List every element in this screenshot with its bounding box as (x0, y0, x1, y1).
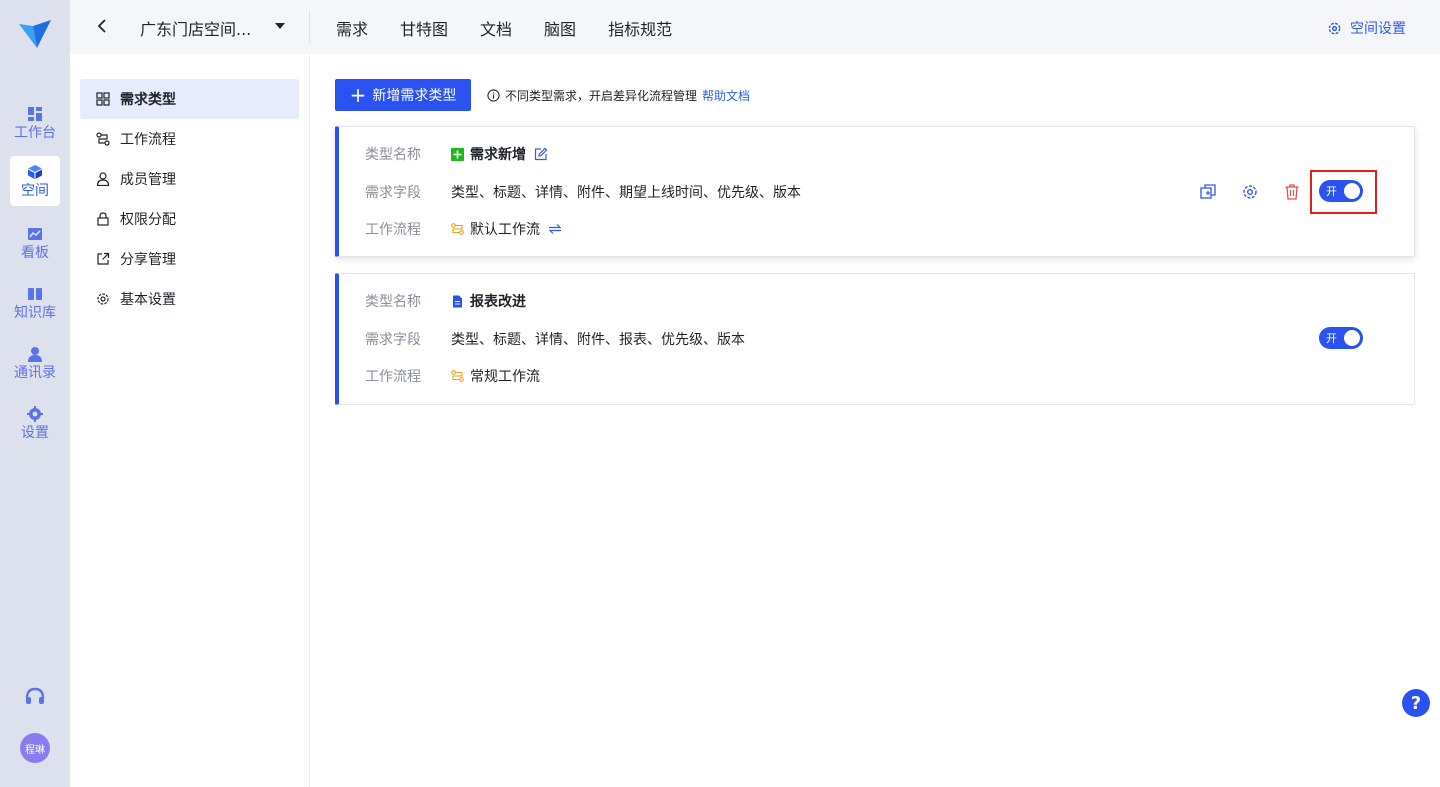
share-icon (97, 252, 110, 265)
grid-icon (96, 92, 110, 106)
settings-sidebar: 需求类型 工作流程 成员管理 权限分配 分享管理 基本设置 (70, 54, 310, 787)
app: 工作台 空间 看板 知识库 通讯录 设置 程琳 广东门店空间... 需求 甘特图… (0, 0, 1440, 787)
workflow-value: 默认工作流 (470, 222, 540, 238)
main-content: + 新增需求类型 不同类型需求，开启差异化流程管理 帮助文档 类型名称 需求新增 (311, 54, 1440, 787)
space-settings-label: 空间设置 (1350, 21, 1406, 37)
fields-value: 类型、标题、详情、附件、期望上线时间、优先级、版本 (451, 185, 801, 201)
card-actions (1199, 183, 1301, 201)
fields-label: 需求字段 (365, 185, 421, 201)
swap-icon[interactable] (548, 223, 562, 235)
add-type-button[interactable]: + 新增需求类型 (335, 79, 471, 111)
headset-icon[interactable] (24, 686, 46, 706)
nav-item-label: 工作台 (14, 124, 56, 141)
fields-label: 需求字段 (365, 332, 421, 348)
avatar[interactable]: 程琳 (20, 733, 50, 763)
add-type-label: 新增需求类型 (372, 88, 457, 104)
divider (309, 10, 310, 43)
nav-item-label: 看板 (21, 244, 49, 261)
nav-item-space[interactable]: 空间 (10, 156, 60, 206)
sidebar-item-label: 工作流程 (120, 132, 176, 148)
workflow-value: 常规工作流 (470, 369, 540, 385)
user-icon (96, 172, 110, 186)
help-doc-link[interactable]: 帮助文档 (702, 87, 750, 104)
gear-icon (27, 405, 43, 422)
fields-value: 类型、标题、详情、附件、报表、优先级、版本 (451, 332, 745, 348)
type-name-label: 类型名称 (365, 294, 421, 310)
gear-icon[interactable] (1241, 183, 1259, 201)
sidebar-item-label: 分享管理 (120, 252, 176, 268)
chart-icon (28, 227, 42, 240)
nav-item-label: 空间 (21, 182, 49, 199)
sidebar-item-types[interactable]: 需求类型 (80, 79, 299, 119)
top-tabs: 需求 甘特图 文档 脑图 指标规范 (336, 16, 704, 40)
nav-item-workbench[interactable]: 工作台 (10, 98, 60, 148)
document-icon (453, 295, 462, 307)
toggle-knob (1344, 330, 1360, 346)
type-name-row: 类型名称 报表改进 (365, 291, 526, 311)
toggle-text: 开 (1326, 332, 1337, 345)
edit-icon[interactable] (534, 147, 548, 161)
type-name: 报表改进 (470, 294, 526, 310)
fields-row: 需求字段 类型、标题、详情、附件、报表、优先级、版本 (365, 329, 745, 349)
trash-icon[interactable] (1283, 183, 1301, 201)
gear-icon (1328, 22, 1341, 34)
nav-item-board[interactable]: 看板 (10, 218, 60, 268)
caret-down-icon[interactable] (275, 22, 285, 30)
copy-icon[interactable] (1199, 183, 1217, 201)
nav-item-contacts[interactable]: 通讯录 (10, 338, 60, 388)
workflow-row: 工作流程 默认工作流 (365, 219, 562, 239)
dashboard-icon (28, 106, 42, 121)
plus-square-icon (451, 147, 464, 161)
plus-icon: + (349, 83, 367, 107)
book-icon (28, 287, 42, 300)
type-card: 类型名称 需求新增 需求字段 类型、标题、详情、附件、期望上线时间、优先级、版本… (335, 126, 1415, 257)
workflow-icon (96, 132, 110, 146)
type-name-label: 类型名称 (365, 147, 421, 163)
top-bar: 广东门店空间... 需求 甘特图 文档 脑图 指标规范 空间设置 (70, 0, 1440, 54)
sidebar-item-label: 基本设置 (120, 292, 176, 308)
workflow-icon (451, 370, 464, 382)
nav-item-knowledge[interactable]: 知识库 (10, 278, 60, 328)
sidebar-item-label: 需求类型 (120, 92, 176, 108)
highlight-box (1310, 170, 1377, 214)
nav-rail: 工作台 空间 看板 知识库 通讯录 设置 程琳 (0, 0, 70, 787)
fields-row: 需求字段 类型、标题、详情、附件、期望上线时间、优先级、版本 (365, 182, 801, 202)
nav-item-label: 设置 (21, 424, 49, 441)
sidebar-item-label: 成员管理 (120, 172, 176, 188)
workflow-label: 工作流程 (365, 222, 421, 238)
sidebar-item-members[interactable]: 成员管理 (80, 159, 299, 199)
type-name: 需求新增 (470, 147, 526, 163)
sidebar-item-workflow[interactable]: 工作流程 (80, 119, 299, 159)
cube-icon (28, 164, 42, 179)
space-name[interactable]: 广东门店空间... (140, 16, 251, 40)
workflow-label: 工作流程 (365, 369, 421, 385)
sidebar-item-basic-settings[interactable]: 基本设置 (80, 279, 299, 319)
lock-icon (97, 212, 109, 226)
tab-docs[interactable]: 文档 (480, 16, 512, 40)
workflow-icon (451, 223, 464, 235)
workflow-row: 工作流程 常规工作流 (365, 366, 540, 386)
type-card: 类型名称 报表改进 需求字段 类型、标题、详情、附件、报表、优先级、版本 工作流… (335, 273, 1415, 405)
space-settings-button[interactable]: 空间设置 (1327, 18, 1406, 38)
tab-mindmap[interactable]: 脑图 (544, 16, 576, 40)
contacts-icon (28, 346, 42, 362)
enable-toggle[interactable]: 开 (1319, 327, 1363, 349)
sidebar-item-permissions[interactable]: 权限分配 (80, 199, 299, 239)
back-arrow-icon[interactable] (92, 15, 112, 37)
type-name-row: 类型名称 需求新增 (365, 144, 548, 164)
gear-icon (97, 293, 109, 305)
app-logo-icon[interactable] (17, 18, 53, 52)
hint-text: 不同类型需求，开启差异化流程管理 (505, 89, 698, 103)
tab-requirements[interactable]: 需求 (336, 16, 368, 40)
info-icon (487, 89, 500, 102)
nav-item-label: 知识库 (14, 304, 56, 321)
hint: 不同类型需求，开启差异化流程管理 帮助文档 (487, 87, 750, 104)
nav-item-label: 通讯录 (14, 364, 56, 381)
help-button[interactable]: ? (1402, 689, 1430, 717)
tab-metrics[interactable]: 指标规范 (608, 16, 672, 40)
sidebar-item-label: 权限分配 (120, 212, 176, 228)
tab-gantt[interactable]: 甘特图 (400, 16, 448, 40)
nav-item-settings[interactable]: 设置 (10, 398, 60, 448)
sidebar-item-share[interactable]: 分享管理 (80, 239, 299, 279)
